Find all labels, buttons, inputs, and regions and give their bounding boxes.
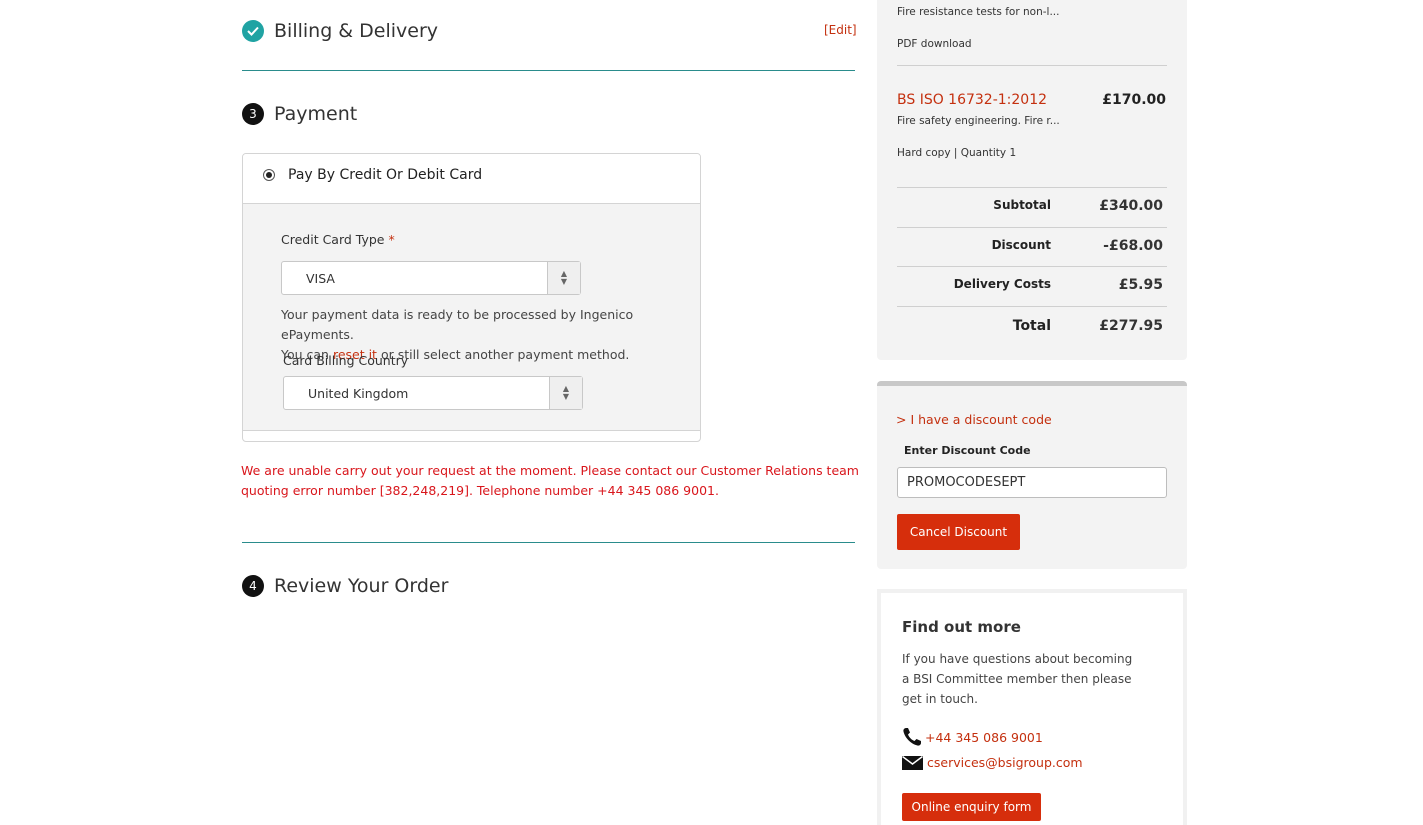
delivery-value: £5.95 xyxy=(1118,277,1163,293)
review-step-header: 4 Review Your Order xyxy=(242,575,448,597)
mail-icon xyxy=(902,755,923,770)
discount-toggle-link[interactable]: > I have a discount code xyxy=(896,412,1052,427)
payment-step-header: 3 Payment xyxy=(242,103,357,125)
email-link[interactable]: cservices@bsigroup.com xyxy=(927,755,1083,770)
billing-title: Billing & Delivery xyxy=(274,20,439,42)
summary-divider xyxy=(897,266,1167,267)
item-description: Fire safety engineering. Fire r... xyxy=(897,115,1060,127)
section-divider xyxy=(242,70,855,71)
billing-country-label: Card Billing Country xyxy=(283,353,409,368)
delivery-label: Delivery Costs xyxy=(953,277,1051,291)
email-contact: cservices@bsigroup.com xyxy=(902,755,1083,770)
item-format: Hard copy | Quantity 1 xyxy=(897,147,1017,159)
summary-divider xyxy=(897,65,1167,66)
payment-method-option[interactable]: Pay By Credit Or Debit Card xyxy=(243,154,700,204)
find-out-more-panel: Find out more If you have questions abou… xyxy=(877,589,1187,825)
select-arrows-icon: ▲ ▼ xyxy=(549,377,582,409)
card-type-label: Credit Card Type * xyxy=(281,232,395,247)
order-summary: Fire resistance tests for non-l... PDF d… xyxy=(877,0,1187,360)
subtotal-label: Subtotal xyxy=(993,198,1051,212)
phone-icon xyxy=(902,727,922,747)
review-title: Review Your Order xyxy=(274,575,449,597)
edit-billing-link[interactable]: [Edit] xyxy=(824,23,857,37)
discount-label: Discount xyxy=(991,238,1051,252)
card-type-select[interactable]: VISA ▲ ▼ xyxy=(281,261,581,295)
cancel-discount-button[interactable]: Cancel Discount xyxy=(897,514,1020,550)
billing-country-select[interactable]: United Kingdom ▲ ▼ xyxy=(283,376,583,410)
discount-panel: > I have a discount code Enter Discount … xyxy=(877,381,1187,569)
subtotal-value: £340.00 xyxy=(1099,198,1163,214)
summary-divider xyxy=(897,227,1167,228)
discount-value: -£68.00 xyxy=(1103,238,1163,254)
phone-link[interactable]: +44 345 086 9001 xyxy=(925,730,1043,745)
payment-method-panel: Pay By Credit Or Debit Card Credit Card … xyxy=(242,153,701,442)
find-out-more-title: Find out more xyxy=(902,618,1021,636)
summary-divider xyxy=(897,306,1167,307)
step-number-badge: 3 xyxy=(242,103,264,125)
product-price: £170.00 xyxy=(1102,92,1166,108)
summary-divider xyxy=(897,187,1167,188)
payment-method-radio[interactable] xyxy=(263,169,275,181)
find-out-more-text: If you have questions about becoming a B… xyxy=(902,652,1133,706)
select-arrows-icon: ▲ ▼ xyxy=(547,262,580,294)
required-marker: * xyxy=(388,232,395,247)
billing-step-header: Billing & Delivery xyxy=(242,20,438,42)
total-label: Total xyxy=(1012,318,1051,334)
card-type-value: VISA xyxy=(306,271,335,286)
payment-error-message: We are unable carry out your request at … xyxy=(241,463,859,498)
billing-country-value: United Kingdom xyxy=(308,386,409,401)
payment-title: Payment xyxy=(274,103,358,125)
card-details-section: Credit Card Type * VISA ▲ ▼ Your payment d… xyxy=(243,204,700,431)
section-divider xyxy=(242,542,855,543)
step-number-badge: 4 xyxy=(242,575,264,597)
discount-code-label: Enter Discount Code xyxy=(904,444,1031,457)
online-enquiry-button[interactable]: Online enquiry form xyxy=(902,793,1041,821)
checkmark-icon xyxy=(242,20,264,42)
phone-contact: +44 345 086 9001 xyxy=(902,727,1043,747)
item-format: PDF download xyxy=(897,38,972,50)
discount-code-input[interactable]: PROMOCODESEPT xyxy=(897,467,1167,498)
item-description: Fire resistance tests for non-l... xyxy=(897,6,1060,18)
payment-method-label: Pay By Credit Or Debit Card xyxy=(288,167,483,183)
total-value: £277.95 xyxy=(1099,318,1163,334)
product-link[interactable]: BS ISO 16732-1:2012 xyxy=(897,92,1047,108)
